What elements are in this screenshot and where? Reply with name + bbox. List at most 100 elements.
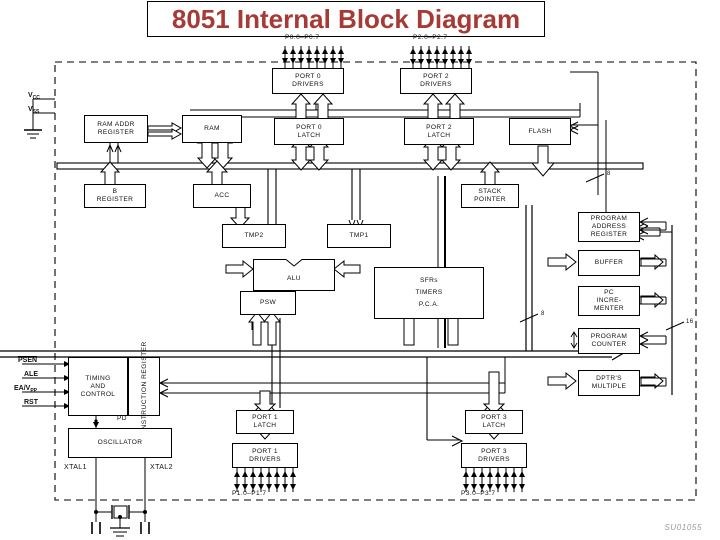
block-line: PROGRAM — [590, 333, 628, 340]
block-line: ACC — [214, 192, 230, 199]
ea-vpp-pin-label: EA/VPP — [14, 385, 38, 394]
flash-bus-width-label: 8 — [607, 171, 611, 177]
flash-block[interactable]: FLASH — [509, 118, 571, 145]
port0-latch-block[interactable]: PORT 0 LATCH — [274, 118, 344, 145]
p1-pin-label: P1.0–P1.7 — [232, 490, 267, 497]
vpp-sub: PP — [30, 387, 38, 394]
block-line: PORT 1 — [252, 414, 278, 421]
block-line: FLASH — [528, 127, 552, 135]
stack-pointer-block[interactable]: STACK POINTER — [461, 184, 519, 208]
block-line: LATCH — [253, 422, 277, 429]
program-address-register-block[interactable]: PROGRAM ADDRESS REGISTER — [578, 212, 640, 242]
mid-bus-width-label: 8 — [541, 311, 545, 317]
port2-drivers-block[interactable]: PORT 2 DRIVERS — [400, 68, 472, 94]
block-line: SFRs — [420, 277, 438, 284]
psen-text: PSEN — [18, 356, 38, 364]
port3-latch-block[interactable]: PORT 3 LATCH — [465, 410, 523, 434]
vcc-pin-label: VCC — [28, 92, 40, 101]
port1-latch-block[interactable]: PORT 1 LATCH — [236, 410, 294, 434]
vss-text: V — [28, 106, 33, 113]
acc-block[interactable]: ACC — [193, 184, 251, 208]
block-line: PORT 2 — [423, 73, 449, 80]
p3-pin-label: P3.0–P3.7 — [461, 490, 496, 497]
block-line: INCRE- — [596, 297, 622, 304]
pc-incrementer-block[interactable]: PC INCRE- MENTER — [578, 286, 640, 316]
block-line: B — [112, 188, 118, 195]
block-line: TMP2 — [244, 232, 264, 239]
oscillator-block[interactable]: OSCILLATOR — [68, 428, 172, 458]
block-line: PC — [604, 289, 614, 296]
block-line: TMP1 — [349, 232, 369, 239]
b-register-block[interactable]: B REGISTER — [84, 184, 146, 208]
block-line: LATCH — [482, 422, 506, 429]
block-line: PORT 0 — [295, 73, 321, 80]
block-line: CONTROL — [80, 390, 116, 398]
sfrs-timers-pca-block[interactable]: SFRs TIMERS P.C.A. — [374, 267, 484, 319]
block-line: ADDRESS — [591, 223, 627, 230]
watermark-label: SU01055 — [664, 523, 702, 532]
block-line: RAM — [204, 125, 220, 132]
tmp1-block[interactable]: TMP1 — [327, 224, 391, 248]
alu-block[interactable]: ALU — [253, 259, 335, 291]
p2-pin-label: P2.0–P2.7 — [413, 34, 448, 41]
block-line: DRIVERS — [420, 81, 452, 88]
block-line: PROGRAM — [590, 215, 628, 222]
block-diagram-page: 8051 Internal Block Diagram P0.0–P0.7 P2… — [0, 0, 720, 540]
block-line: PORT 2 — [426, 123, 452, 131]
dptr-multiple-block[interactable]: DPTR'S MULTIPLE — [578, 370, 640, 396]
psen-pin-label: PSEN — [18, 356, 38, 364]
block-line: REGISTER — [97, 129, 135, 136]
block-line: DPTR'S — [596, 375, 622, 382]
block-line: TIMING — [85, 374, 111, 382]
ea-text: EA/V — [14, 385, 31, 392]
p0-pin-label: P0.0–P0.7 — [285, 34, 320, 41]
block-line: POINTER — [474, 196, 506, 203]
block-line: AND — [90, 382, 106, 390]
right-bus-width-label: 16 — [686, 319, 694, 325]
ale-pin-label: ALE — [24, 371, 38, 378]
block-line: LATCH — [427, 131, 451, 139]
block-line: DRIVERS — [478, 455, 510, 463]
block-line: MENTER — [594, 305, 624, 312]
ram-block[interactable]: RAM — [182, 115, 242, 143]
block-line: REGISTER — [590, 231, 628, 238]
block-line: P.C.A. — [418, 301, 440, 308]
block-line: DRIVERS — [249, 455, 281, 463]
program-counter-block[interactable]: PROGRAM COUNTER — [578, 328, 640, 354]
block-line: PORT 3 — [481, 447, 507, 455]
block-line: PORT 1 — [252, 447, 278, 455]
block-line: MULTIPLE — [591, 383, 627, 390]
buffer-block[interactable]: BUFFER — [578, 250, 640, 276]
block-line: LATCH — [297, 131, 321, 139]
xtal2-label: XTAL2 — [150, 464, 173, 471]
pd-label: PD — [117, 415, 127, 422]
vcc-sub: CC — [32, 94, 40, 101]
block-line: PORT 3 — [481, 414, 507, 421]
vss-sub: SS — [32, 108, 40, 115]
tmp2-block[interactable]: TMP2 — [222, 224, 286, 248]
port2-latch-block[interactable]: PORT 2 LATCH — [404, 118, 474, 145]
instruction-register-block[interactable]: INSTRUCTION REGISTER — [128, 341, 160, 432]
port1-drivers-block[interactable]: PORT 1 DRIVERS — [232, 443, 298, 468]
ram-addr-register-block[interactable]: RAM ADDR REGISTER — [84, 115, 148, 143]
port3-drivers-block[interactable]: PORT 3 DRIVERS — [461, 443, 527, 468]
xtal1-label: XTAL1 — [64, 464, 87, 471]
block-line: PSW — [259, 299, 277, 306]
timing-and-control-block[interactable]: TIMING AND CONTROL — [68, 357, 128, 416]
psw-block[interactable]: PSW — [240, 291, 296, 315]
port0-drivers-block[interactable]: PORT 0 DRIVERS — [272, 68, 344, 94]
block-line: RAM ADDR — [97, 121, 135, 128]
block-line: STACK — [478, 188, 502, 195]
block-line: COUNTER — [591, 341, 627, 348]
block-line: REGISTER — [96, 196, 134, 203]
block-line: OSCILLATOR — [97, 439, 143, 446]
block-line: BUFFER — [594, 259, 624, 266]
vss-pin-label: VSS — [28, 106, 40, 115]
block-line: DRIVERS — [292, 81, 324, 88]
rst-pin-label: RST — [24, 399, 38, 406]
block-line: PORT 0 — [296, 123, 322, 131]
vcc-text: V — [28, 92, 33, 99]
block-line: ALU — [287, 274, 301, 282]
block-line: TIMERS — [415, 289, 443, 296]
instruction-register-label: INSTRUCTION REGISTER — [140, 341, 148, 432]
